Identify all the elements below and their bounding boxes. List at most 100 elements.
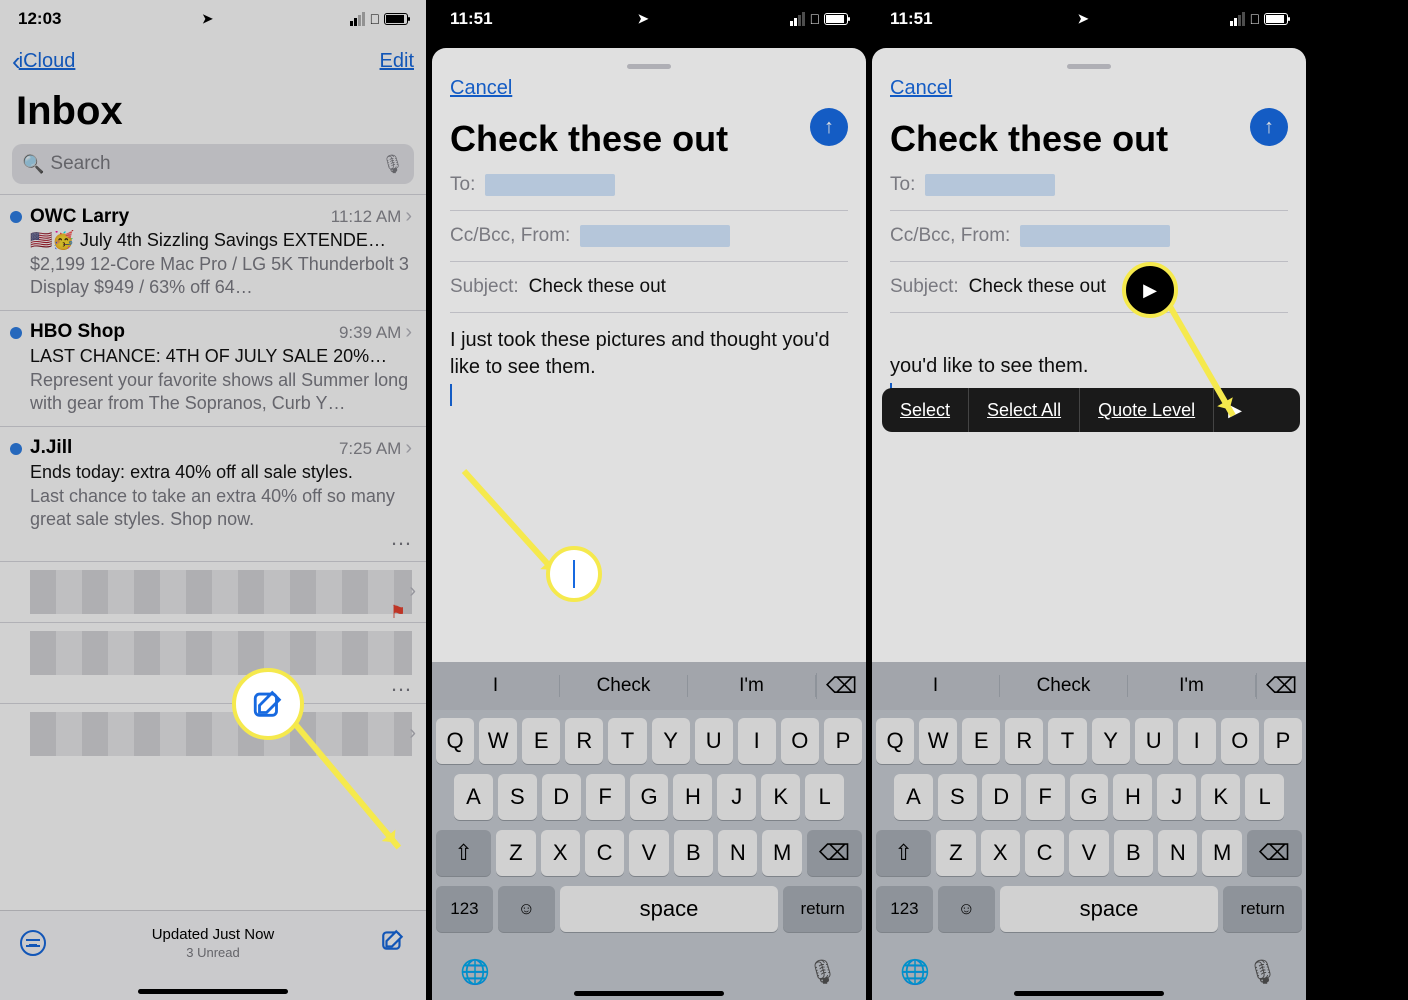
ctx-select[interactable]: Select: [882, 388, 969, 432]
globe-icon[interactable]: 🌐: [900, 958, 930, 987]
ctx-quote-level[interactable]: Quote Level: [1080, 388, 1214, 432]
key-U[interactable]: U: [695, 718, 733, 764]
key-P[interactable]: P: [824, 718, 862, 764]
redacted: [925, 174, 1055, 196]
key-J[interactable]: J: [1157, 774, 1196, 820]
return-key[interactable]: return: [783, 886, 862, 932]
key-B[interactable]: B: [1114, 830, 1153, 876]
space-key[interactable]: space: [560, 886, 779, 932]
cc-field[interactable]: Cc/Bcc, From:: [890, 211, 1288, 262]
key-I[interactable]: I: [738, 718, 776, 764]
key-P[interactable]: P: [1264, 718, 1302, 764]
backspace-key[interactable]: ⌫: [1247, 830, 1302, 876]
mail-row[interactable]: HBO Shop 9:39 AM› LAST CHANCE: 4TH OF JU…: [0, 310, 426, 426]
key-G[interactable]: G: [630, 774, 669, 820]
backspace-key[interactable]: ⌫: [807, 830, 862, 876]
edit-button[interactable]: Edit: [380, 50, 414, 73]
to-field[interactable]: To:: [890, 160, 1288, 211]
key-O[interactable]: O: [1221, 718, 1259, 764]
key-B[interactable]: B: [674, 830, 713, 876]
key-J[interactable]: J: [717, 774, 756, 820]
numbers-key[interactable]: 123: [876, 886, 933, 932]
shift-key[interactable]: ⇧: [876, 830, 931, 876]
key-C[interactable]: C: [1025, 830, 1064, 876]
cc-field[interactable]: Cc/Bcc, From:: [450, 211, 848, 262]
key-N[interactable]: N: [1158, 830, 1197, 876]
compose-button[interactable]: [380, 927, 406, 958]
key-Z[interactable]: Z: [496, 830, 535, 876]
key-S[interactable]: S: [938, 774, 977, 820]
sheet-grabber[interactable]: [1067, 64, 1111, 69]
key-L[interactable]: L: [1245, 774, 1284, 820]
subject-field[interactable]: Subject:Check these out: [890, 262, 1288, 313]
key-A[interactable]: A: [454, 774, 493, 820]
emoji-key[interactable]: ☺: [498, 886, 555, 932]
key-X[interactable]: X: [981, 830, 1020, 876]
return-key[interactable]: return: [1223, 886, 1302, 932]
mail-row[interactable]: OWC Larry 11:12 AM› 🇺🇸🥳 July 4th Sizzlin…: [0, 194, 426, 310]
key-N[interactable]: N: [718, 830, 757, 876]
key-K[interactable]: K: [761, 774, 800, 820]
key-F[interactable]: F: [1026, 774, 1065, 820]
key-V[interactable]: V: [629, 830, 668, 876]
space-key[interactable]: space: [1000, 886, 1219, 932]
send-button[interactable]: ↑: [1250, 108, 1288, 146]
emoji-key[interactable]: ☺: [938, 886, 995, 932]
key-Y[interactable]: Y: [652, 718, 690, 764]
key-W[interactable]: W: [919, 718, 957, 764]
ctx-select-all[interactable]: Select All: [969, 388, 1080, 432]
key-T[interactable]: T: [608, 718, 646, 764]
key-D[interactable]: D: [542, 774, 581, 820]
search-input[interactable]: 🔍 Search 🎙: [12, 144, 414, 184]
key-R[interactable]: R: [565, 718, 603, 764]
cancel-button[interactable]: Cancel: [450, 77, 512, 99]
back-button[interactable]: ‹ iCloud: [12, 46, 75, 77]
dictation-icon[interactable]: 🎙: [1248, 958, 1278, 987]
send-button[interactable]: ↑: [810, 108, 848, 146]
globe-icon[interactable]: 🌐: [460, 958, 490, 987]
key-A[interactable]: A: [894, 774, 933, 820]
key-S[interactable]: S: [498, 774, 537, 820]
key-M[interactable]: M: [1202, 830, 1241, 876]
key-K[interactable]: K: [1201, 774, 1240, 820]
key-F[interactable]: F: [586, 774, 625, 820]
key-Y[interactable]: Y: [1092, 718, 1130, 764]
key-C[interactable]: C: [585, 830, 624, 876]
subject-field[interactable]: Subject:Check these out: [450, 262, 848, 313]
body-text[interactable]: I just took these pictures and thought y…: [450, 313, 848, 422]
key-X[interactable]: X: [541, 830, 580, 876]
mail-row-redacted[interactable]: …: [0, 622, 426, 703]
numbers-key[interactable]: 123: [436, 886, 493, 932]
shift-key[interactable]: ⇧: [436, 830, 491, 876]
key-I[interactable]: I: [1178, 718, 1216, 764]
keyboard[interactable]: ICheckI'm⌫QWERTYUIOPASDFGHJKL⇧ZXCVBNM⌫12…: [432, 662, 866, 1000]
key-O[interactable]: O: [781, 718, 819, 764]
key-L[interactable]: L: [805, 774, 844, 820]
filter-button[interactable]: [20, 930, 46, 956]
key-D[interactable]: D: [982, 774, 1021, 820]
key-U[interactable]: U: [1135, 718, 1173, 764]
to-field[interactable]: To:: [450, 160, 848, 211]
key-R[interactable]: R: [1005, 718, 1043, 764]
keyboard[interactable]: ICheckI'm⌫QWERTYUIOPASDFGHJKL⇧ZXCVBNM⌫12…: [872, 662, 1306, 1000]
key-E[interactable]: E: [522, 718, 560, 764]
mic-icon[interactable]: 🎙: [381, 154, 404, 175]
key-W[interactable]: W: [479, 718, 517, 764]
cancel-button[interactable]: Cancel: [890, 77, 952, 99]
mail-row-redacted[interactable]: › ⚑: [0, 561, 426, 622]
key-H[interactable]: H: [673, 774, 712, 820]
redacted: [485, 174, 615, 196]
key-G[interactable]: G: [1070, 774, 1109, 820]
mail-row-redacted[interactable]: ›: [0, 703, 426, 764]
key-T[interactable]: T: [1048, 718, 1086, 764]
key-V[interactable]: V: [1069, 830, 1108, 876]
mail-row[interactable]: J.Jill 7:25 AM› Ends today: extra 40% of…: [0, 426, 426, 562]
sheet-grabber[interactable]: [627, 64, 671, 69]
key-Q[interactable]: Q: [876, 718, 914, 764]
key-E[interactable]: E: [962, 718, 1000, 764]
key-H[interactable]: H: [1113, 774, 1152, 820]
key-M[interactable]: M: [762, 830, 801, 876]
key-Q[interactable]: Q: [436, 718, 474, 764]
dictation-icon[interactable]: 🎙: [808, 958, 838, 987]
key-Z[interactable]: Z: [936, 830, 975, 876]
